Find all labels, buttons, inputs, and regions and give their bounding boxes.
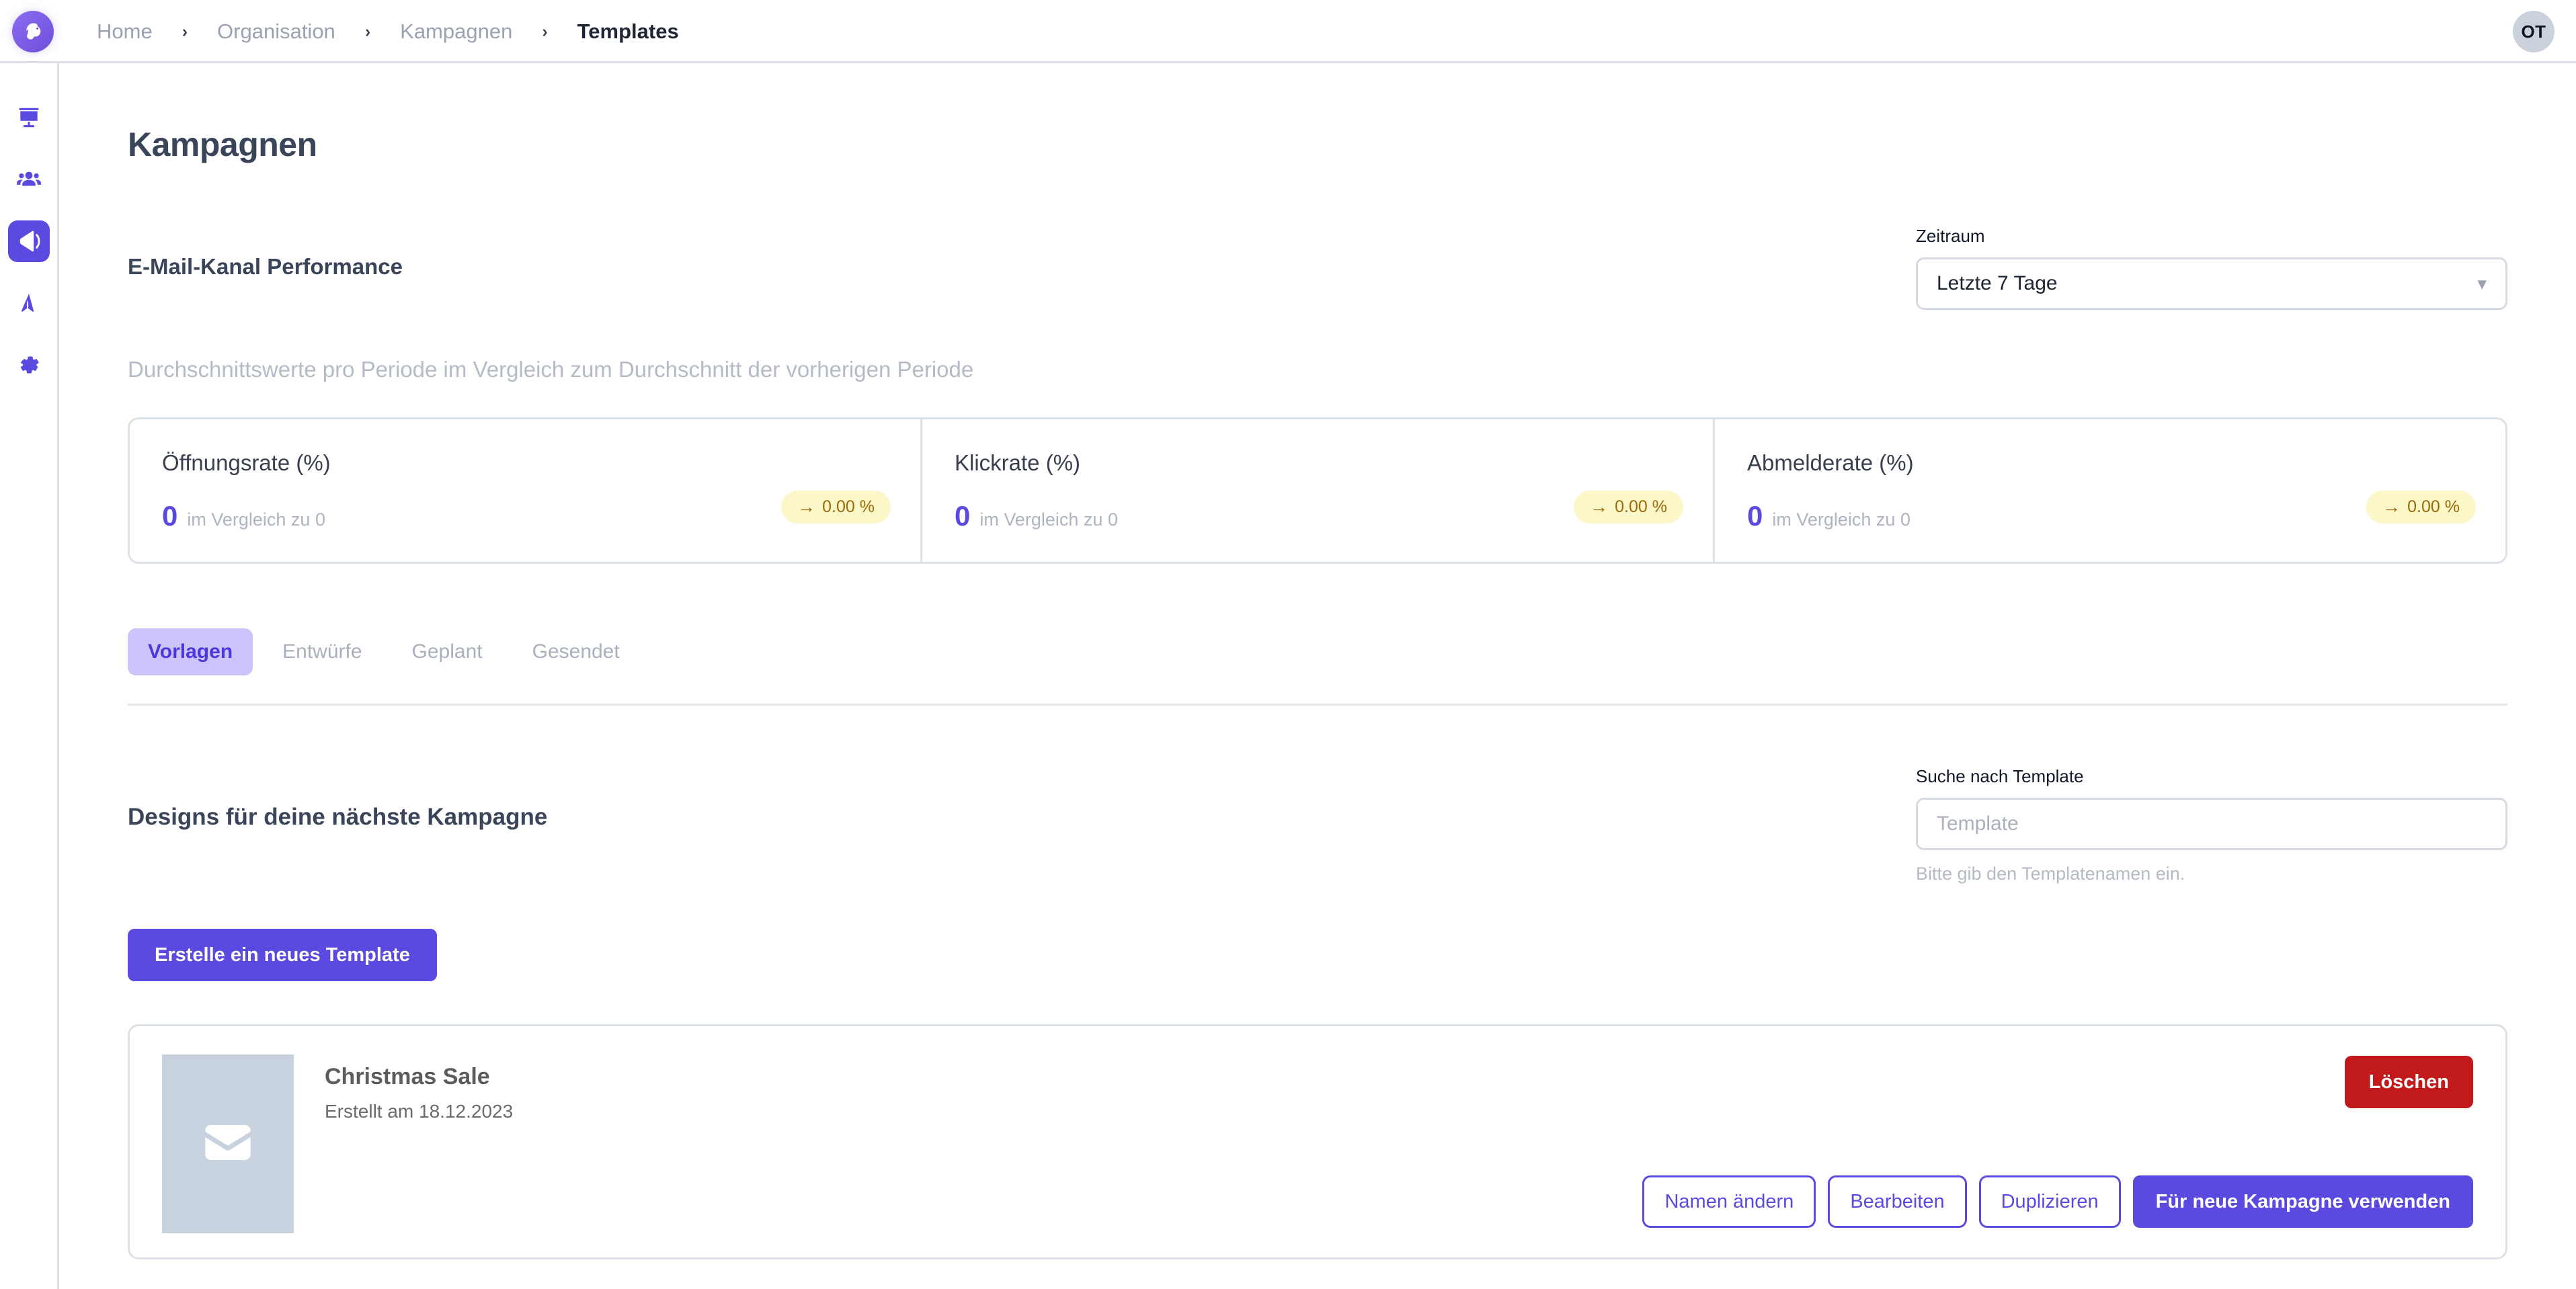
- kpi-card-click-rate: Klickrate (%) 0 im Vergleich zu 0 → 0.00…: [922, 419, 1715, 562]
- template-actions: Namen ändern Bearbeiten Duplizieren Für …: [1642, 1175, 2473, 1228]
- kpi-trend-badge: → 0.00 %: [781, 491, 891, 524]
- kpi-trend-badge: → 0.00 %: [1574, 491, 1683, 524]
- eagle-logo-icon: [12, 11, 54, 52]
- arrow-right-icon: →: [2382, 497, 2401, 517]
- kpi-value: 0: [955, 500, 971, 532]
- funnel-arrow-icon: [16, 290, 42, 316]
- breadcrumb: Home › Organisation › Kampagnen › Templa…: [94, 0, 682, 63]
- kpi-title: Öffnungsrate (%): [162, 450, 331, 475]
- chevron-down-icon: ▾: [2477, 273, 2487, 294]
- template-created-date: Erstellt am 18.12.2023: [325, 1101, 514, 1122]
- kpi-trend-badge: → 0.00 %: [2366, 491, 2476, 524]
- sidebar-item-campaigns[interactable]: [7, 220, 50, 262]
- performance-subtitle: Durchschnittswerte pro Periode im Vergle…: [128, 357, 974, 382]
- performance-header-row: E-Mail-Kanal Performance Zeitraum Letzte…: [128, 226, 2507, 310]
- timerange-filter: Zeitraum Letzte 7 Tage ▾: [1916, 226, 2507, 310]
- timerange-label: Zeitraum: [1916, 226, 1985, 246]
- tab-vorlagen[interactable]: Vorlagen: [128, 628, 253, 675]
- page-title: Kampagnen: [128, 126, 317, 163]
- users-icon: [16, 167, 42, 192]
- duplicate-template-button[interactable]: Duplizieren: [1978, 1175, 2121, 1228]
- sidebar-item-settings[interactable]: [8, 344, 50, 386]
- search-input[interactable]: Template: [1916, 798, 2507, 850]
- sidebar-item-funnel[interactable]: [8, 282, 50, 324]
- app-logo[interactable]: [7, 5, 59, 58]
- kpi-card-open-rate: Öffnungsrate (%) 0 im Vergleich zu 0 → 0…: [130, 419, 922, 562]
- arrow-right-icon: →: [1590, 497, 1609, 517]
- kpi-value: 0: [162, 500, 178, 532]
- search-help-text: Bitte gib den Templatenamen ein.: [1916, 864, 2185, 884]
- envelope-icon: [197, 1112, 259, 1177]
- main-content: Kampagnen E-Mail-Kanal Performance Zeitr…: [59, 63, 2576, 1289]
- tabs-divider: [128, 704, 2507, 706]
- search-label: Suche nach Template: [1916, 766, 2084, 786]
- kpi-title: Klickrate (%): [955, 450, 1081, 475]
- designs-heading: Designs für deine nächste Kampagne: [128, 804, 548, 830]
- sidebar-item-contacts[interactable]: [8, 159, 50, 200]
- sidebar-item-analytics[interactable]: [8, 97, 50, 138]
- kpi-card-group: Öffnungsrate (%) 0 im Vergleich zu 0 → 0…: [128, 417, 2507, 564]
- rename-template-button[interactable]: Namen ändern: [1642, 1175, 1816, 1228]
- chevron-right-icon: ›: [182, 22, 188, 41]
- template-name: Christmas Sale: [325, 1064, 490, 1089]
- template-info: Christmas Sale Erstellt am 18.12.2023: [325, 1064, 513, 1122]
- kpi-comparison: im Vergleich zu 0: [1772, 509, 1910, 530]
- delete-template-button[interactable]: Löschen: [2344, 1056, 2473, 1108]
- kpi-trend-value: 0.00 %: [1615, 497, 1667, 516]
- edit-template-button[interactable]: Bearbeiten: [1828, 1175, 1967, 1228]
- arrow-right-icon: →: [797, 497, 816, 517]
- tab-geplant[interactable]: Geplant: [392, 628, 503, 675]
- kpi-comparison: im Vergleich zu 0: [187, 509, 325, 530]
- timerange-selected-value: Letzte 7 Tage: [1937, 272, 2058, 294]
- kpi-card-unsubscribe-rate: Abmelderate (%) 0 im Vergleich zu 0 → 0.…: [1715, 419, 2505, 562]
- tab-gesendet[interactable]: Gesendet: [512, 628, 640, 675]
- breadcrumb-item-templates[interactable]: Templates: [575, 19, 682, 44]
- breadcrumb-item-kampagnen[interactable]: Kampagnen: [397, 19, 515, 44]
- avatar[interactable]: OT: [2513, 11, 2554, 52]
- template-tabs: Vorlagen Entwürfe Geplant Gesendet: [128, 628, 2507, 675]
- kpi-title: Abmelderate (%): [1747, 450, 1914, 475]
- template-card: Christmas Sale Erstellt am 18.12.2023 Lö…: [128, 1024, 2507, 1259]
- breadcrumb-item-home[interactable]: Home: [94, 19, 155, 44]
- timerange-select[interactable]: Letzte 7 Tage ▾: [1916, 257, 2507, 310]
- use-for-new-campaign-button[interactable]: Für neue Kampagne verwenden: [2132, 1175, 2473, 1228]
- kpi-comparison: im Vergleich zu 0: [979, 509, 1118, 530]
- template-search-block: Suche nach Template Template Bitte gib d…: [1916, 766, 2507, 884]
- kpi-value: 0: [1747, 500, 1763, 532]
- tab-entwuerfe[interactable]: Entwürfe: [262, 628, 382, 675]
- template-thumbnail: [162, 1054, 294, 1233]
- kpi-trend-value: 0.00 %: [822, 497, 875, 516]
- analytics-board-icon: [16, 105, 42, 130]
- chevron-right-icon: ›: [542, 22, 548, 41]
- designs-header-row: Designs für deine nächste Kampagne Suche…: [128, 766, 2507, 884]
- top-header-bar: Home › Organisation › Kampagnen › Templa…: [0, 0, 2576, 63]
- kpi-trend-value: 0.00 %: [2407, 497, 2460, 516]
- breadcrumb-item-organisation[interactable]: Organisation: [214, 19, 338, 44]
- megaphone-icon: [16, 228, 42, 254]
- gear-icon: [16, 352, 42, 378]
- chevron-right-icon: ›: [364, 22, 371, 41]
- sidebar-nav: [0, 63, 59, 1289]
- create-template-button[interactable]: Erstelle ein neues Template: [128, 929, 437, 981]
- performance-heading: E-Mail-Kanal Performance: [128, 254, 403, 279]
